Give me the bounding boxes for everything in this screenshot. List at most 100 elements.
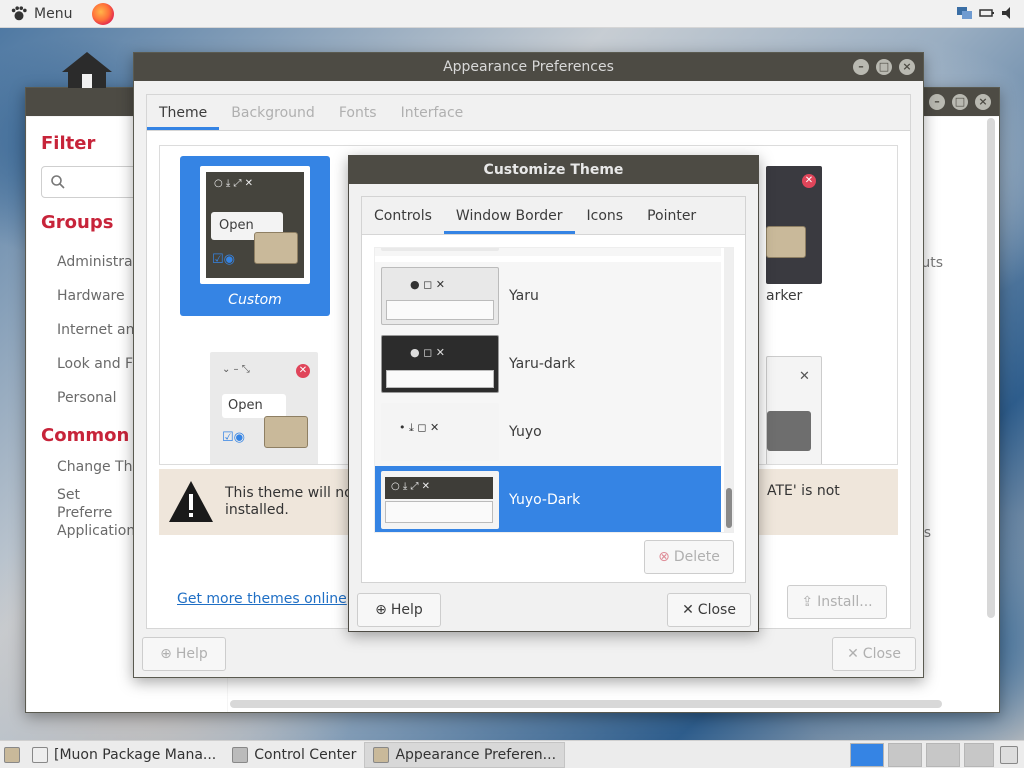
list-item[interactable]: ● ◻ ✕ Yaru [375,262,721,330]
list-item[interactable]: ● ◻ ✕ Yaru-dark [375,330,721,398]
tab-icons[interactable]: Icons [575,197,636,234]
tab-theme[interactable]: Theme [147,95,220,130]
theme-preview: ✕ [766,356,822,464]
install-button[interactable]: ⇪ Install... [787,585,887,619]
get-more-themes-link[interactable]: Get more themes online [177,591,347,607]
theme-name: Custom [228,292,282,308]
taskbar-label: Control Center [254,746,357,763]
theme-thumbnail: ● ◻ ✕ [381,267,499,325]
window-border-theme-list: ● ◻ ✕ Yaru ● ◻ ✕ Yaru-dark • ⤓ ◻ ✕ Yuyo [374,247,734,533]
folder-icon [264,416,308,448]
theme-item-light[interactable]: ⌄ – ⤡ ✕ Open ☑◉ [190,342,340,464]
help-icon: ⊕ [160,646,172,662]
list-item-selected[interactable]: ○ ⤓ ⤢ ✕ Yuyo-Dark [375,466,721,532]
window-buttons-preview: ● ◻ ✕ [410,346,445,359]
delete-button[interactable]: ⊗ Delete [644,540,734,574]
scrollbar-thumb[interactable] [726,488,732,528]
close-icon: ✕ [682,602,694,618]
checkbox-icon: ☑◉ [212,252,235,267]
help-button[interactable]: ⊕ Help [142,637,226,671]
close-button[interactable]: ✕ Close [667,593,751,627]
workspace-2[interactable] [888,743,922,767]
trash-icon[interactable] [1000,746,1018,764]
help-button[interactable]: ⊕ Help [357,593,441,627]
close-icon: ✕ [296,364,310,378]
volume-icon[interactable] [1000,4,1018,22]
appearance-tabs: Theme Background Fonts Interface [147,95,910,131]
theme-item-darker[interactable]: ✕ arker [756,156,897,316]
menu-label: Menu [34,5,73,22]
taskbar-item-active[interactable]: Appearance Preferen... [364,741,566,768]
minimize-icon[interactable]: – [929,94,945,110]
horizontal-scrollbar[interactable] [230,700,942,708]
show-desktop-button[interactable] [0,742,24,768]
appearance-icon [373,746,390,763]
taskbar-item[interactable]: Control Center [224,742,364,768]
common-task-item[interactable]: Set Preferre Application [41,486,135,540]
workspace-1[interactable] [850,743,884,767]
theme-preview: ✕ [766,166,822,284]
folder-icon [254,232,298,264]
network-icon[interactable] [956,4,974,22]
home-icon [62,52,112,88]
muon-icon [32,746,48,763]
theme-name: arker [766,288,803,304]
taskbar-label: [Muon Package Mana... [54,746,217,763]
maximize-icon[interactable]: □ [952,94,968,110]
tab-interface[interactable]: Interface [389,95,476,130]
workspace-3[interactable] [926,743,960,767]
taskbar-item[interactable]: [Muon Package Mana... [24,742,224,768]
taskbar-label: Appearance Preferen... [395,746,557,763]
show-desktop-icon [4,746,20,763]
theme-item-custom[interactable]: ○ ⤓ ⤢ ✕ Open ☑◉ Custom [180,156,330,316]
customize-theme-frame: Controls Window Border Icons Pointer ● ◻… [361,196,746,583]
open-button-preview: Open [222,394,286,418]
theme-thumbnail: • ⤓ ◻ ✕ [381,403,499,461]
tab-window-border[interactable]: Window Border [443,197,575,234]
appearance-titlebar[interactable]: Appearance Preferences – □ × [134,53,923,81]
customize-theme-titlebar[interactable]: Customize Theme [349,156,758,184]
theme-label: Yuyo-Dark [509,492,581,508]
theme-preview: ○ ⤓ ⤢ ✕ Open ☑◉ [200,166,310,284]
theme-item-grey[interactable]: ✕ [756,346,897,464]
window-buttons-preview: ○ ⤓ ⤢ ✕ [385,477,493,499]
close-icon: ✕ [799,369,810,384]
customize-tabs: Controls Window Border Icons Pointer [362,197,745,235]
power-icon[interactable] [978,4,996,22]
bottom-panel: [Muon Package Mana... Control Center App… [0,740,1024,768]
mate-menu-icon [11,5,27,20]
tab-background[interactable]: Background [219,95,327,130]
help-icon: ⊕ [375,602,387,618]
tab-fonts[interactable]: Fonts [327,95,389,130]
workspace-4[interactable] [964,743,994,767]
folder-icon [766,226,806,258]
customize-theme-dialog: Customize Theme Controls Window Border I… [348,155,759,632]
close-icon[interactable]: × [975,94,991,110]
top-panel: Menu [0,0,1024,28]
control-center-icon [232,746,249,763]
theme-thumbnail: ● ◻ ✕ [381,335,499,393]
maximize-icon[interactable]: □ [876,59,892,75]
list-item[interactable] [375,248,721,256]
system-tray [956,4,1018,22]
window-title: Appearance Preferences [443,59,614,75]
list-scrollbar[interactable] [724,248,733,532]
vertical-scrollbar[interactable] [987,118,995,618]
warning-text-right: ATE' is not [767,483,840,499]
close-icon: ✕ [847,646,859,662]
item-text: s [923,525,931,541]
theme-thumbnail [381,248,499,251]
theme-thumbnail: ○ ⤓ ⤢ ✕ [381,471,499,529]
close-button[interactable]: ✕ Close [832,637,916,671]
window-buttons-preview: • ⤓ ◻ ✕ [399,421,440,434]
firefox-launcher-icon[interactable] [92,2,115,25]
minimize-icon[interactable]: – [853,59,869,75]
menu-button[interactable]: Menu [0,0,82,28]
theme-label: Yuyo [509,424,542,440]
window-buttons-preview: ● ◻ ✕ [410,278,445,291]
list-item[interactable]: • ⤓ ◻ ✕ Yuyo [375,398,721,466]
tab-pointer[interactable]: Pointer [635,197,708,234]
tab-controls[interactable]: Controls [362,197,444,234]
close-icon[interactable]: × [899,59,915,75]
theme-label: Yaru-dark [509,356,576,372]
